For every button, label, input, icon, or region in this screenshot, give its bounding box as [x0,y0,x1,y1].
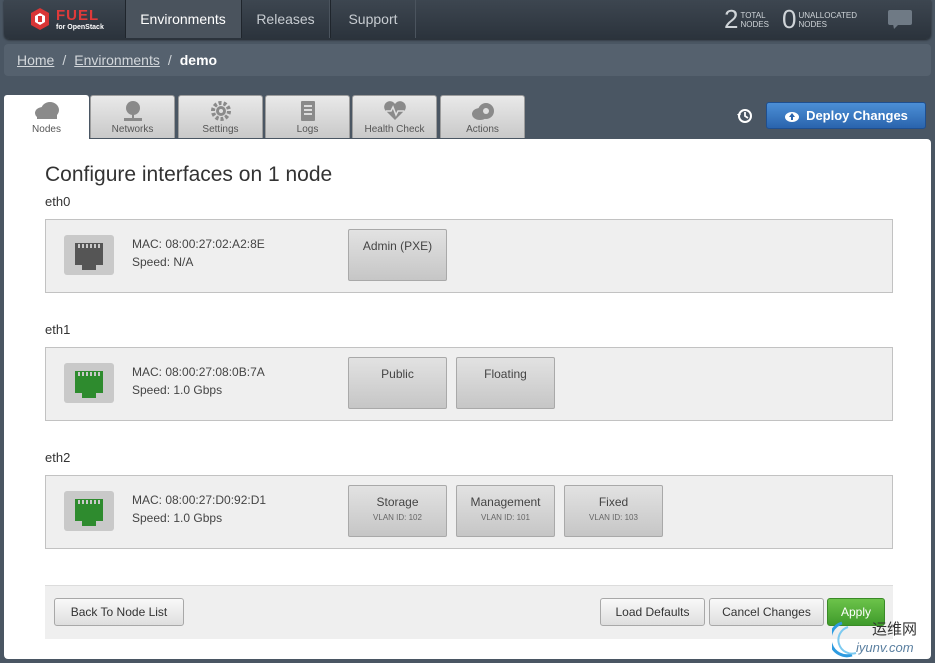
heart-icon [383,101,406,120]
gear-icon [210,101,231,121]
interface-name-eth1: eth1 [45,322,71,337]
breadcrumb-separator: / [167,52,172,68]
chat-bubble-icon[interactable] [888,10,912,29]
unallocated-nodes-counter[interactable]: 0 UNALLOCATED NODES [782,4,857,34]
network-chip-public[interactable]: Public [348,357,447,409]
unallocated-nodes-label-1: UNALLOCATED [798,11,857,20]
tab-networks[interactable]: Networks [90,95,175,138]
fuel-logo-icon [31,8,49,30]
interface-eth1: MAC: 08:00:27:08:0B:7A Speed: 1.0 Gbps P… [45,347,893,421]
actions-icon [471,103,494,120]
top-navbar: FUEL for OpenStack Environments Releases… [4,0,931,39]
page-title: Configure interfaces on 1 node [45,163,333,186]
interface-eth0: MAC: 08:00:27:02:A2:8E Speed: N/A Admin … [45,219,893,293]
breadcrumb-current: demo [179,52,218,68]
link-speed: Speed: 1.0 Gbps [132,383,223,397]
total-nodes-counter[interactable]: 2 TOTAL NODES [724,4,769,34]
total-nodes-label-2: NODES [740,20,769,29]
interface-name-eth2: eth2 [45,450,71,465]
tab-networks-label: Networks [111,124,154,135]
cancel-changes-button[interactable]: Cancel Changes [709,598,824,626]
vlan-id: VLAN ID: 103 [589,513,638,522]
ethernet-port-icon [64,491,114,531]
network-chip-floating[interactable]: Floating [456,357,555,409]
form-actions-bar: Back To Node List Load Defaults Cancel C… [45,585,893,639]
breadcrumb-separator: / [62,52,67,68]
mac-address: MAC: 08:00:27:02:A2:8E [132,237,265,251]
network-name: Management [470,495,541,509]
logo-text: FUEL [56,7,100,24]
ethernet-port-icon [64,235,114,275]
tab-actions[interactable]: Actions [440,95,525,138]
mac-address: MAC: 08:00:27:D0:92:D1 [132,493,267,507]
tab-logs[interactable]: Logs [265,95,350,138]
nav-environments[interactable]: Environments [125,0,241,38]
network-name: Admin (PXE) [362,239,433,253]
total-nodes-label-1: TOTAL [740,11,766,20]
main-panel: Configure interfaces on 1 node eth0 MAC:… [4,139,931,659]
network-name: Storage [376,495,419,509]
total-nodes-value: 2 [724,4,739,34]
cloud-upload-icon [785,112,800,122]
watermark: 运维网 iyunv.com [832,615,932,660]
breadcrumb-environments[interactable]: Environments [74,52,160,68]
interface-eth2: MAC: 08:00:27:D0:92:D1 Speed: 1.0 Gbps S… [45,475,893,549]
tab-health-check-label: Health Check [364,124,425,135]
watermark-en: iyunv.com [856,640,914,655]
mac-address: MAC: 08:00:27:08:0B:7A [132,365,265,379]
history-icon[interactable] [737,108,753,124]
tab-nodes-label: Nodes [32,124,61,135]
tab-settings-label: Settings [202,124,239,135]
load-defaults-button[interactable]: Load Defaults [600,598,705,626]
network-chip-management[interactable]: Management VLAN ID: 101 [456,485,555,537]
link-speed: Speed: 1.0 Gbps [132,511,223,525]
unallocated-nodes-value: 0 [782,4,797,34]
network-chip-fixed[interactable]: Fixed VLAN ID: 103 [564,485,663,537]
nav-releases[interactable]: Releases [241,0,330,38]
tab-actions-label: Actions [466,124,499,135]
network-chip-admin-pxe[interactable]: Admin (PXE) [348,229,447,281]
fuel-logo[interactable]: FUEL for OpenStack [26,5,126,33]
tab-nodes[interactable]: Nodes [4,95,89,141]
breadcrumb-bar: Home / Environments / demo [4,44,931,76]
nav-support[interactable]: Support [330,0,416,38]
tab-health-check[interactable]: Health Check [352,95,437,138]
link-speed: Speed: N/A [132,255,194,269]
vlan-id: VLAN ID: 102 [373,513,422,522]
deploy-changes-label: Deploy Changes [806,108,908,123]
nodes-icon [34,102,59,119]
breadcrumb-home[interactable]: Home [17,52,54,68]
network-name: Floating [484,367,527,381]
breadcrumb: Home / Environments / demo [17,52,217,68]
network-name: Public [381,367,414,381]
tab-logs-label: Logs [296,124,319,135]
logo-subtext: for OpenStack [56,24,104,31]
interface-name-eth0: eth0 [45,194,71,209]
unallocated-nodes-label-2: NODES [798,20,827,29]
ethernet-port-icon [64,363,114,403]
watermark-cn: 运维网 [872,621,918,638]
logs-icon [300,101,315,121]
network-name: Fixed [598,495,629,509]
vlan-id: VLAN ID: 101 [481,513,530,522]
tab-settings[interactable]: Settings [178,95,263,138]
back-to-node-list-button[interactable]: Back To Node List [54,598,184,626]
network-chip-storage[interactable]: Storage VLAN ID: 102 [348,485,447,537]
networks-icon [123,101,142,121]
deploy-changes-button[interactable]: Deploy Changes [766,102,926,129]
